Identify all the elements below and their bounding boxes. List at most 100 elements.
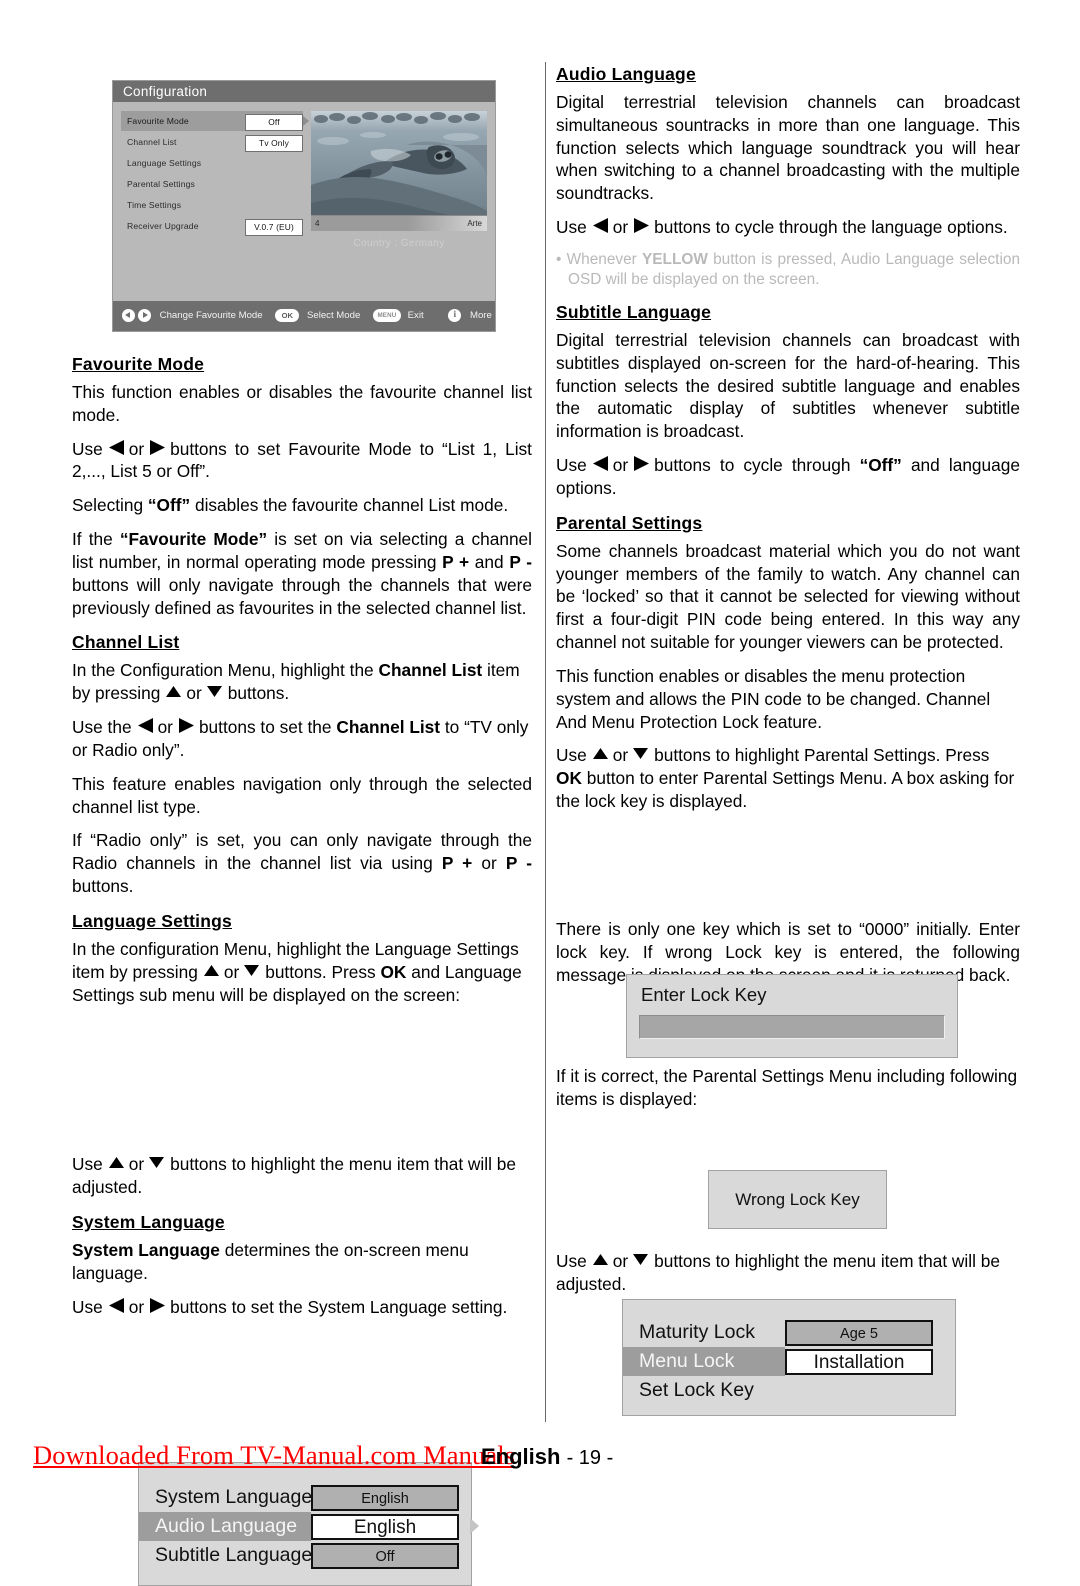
- paragraph-language-settings-2: Use or buttons to highlight the menu item …: [72, 1153, 532, 1199]
- dialog-row-value[interactable]: English: [311, 1484, 459, 1511]
- paragraph-channel-list-1: In the Configuration Menu, highlight the…: [72, 659, 532, 705]
- text-run: Use: [556, 455, 587, 476]
- text-run-bold: System Language: [72, 1240, 220, 1261]
- more-label: More: [469, 310, 492, 321]
- text-run-bold: P +: [441, 853, 473, 874]
- lock-key-input[interactable]: [639, 1015, 945, 1039]
- dialog-row-subtitle-language[interactable]: Subtitle Language Off: [139, 1541, 471, 1570]
- text-run: button to enter Parental Settings Menu. …: [556, 768, 1015, 812]
- text-run-bold: YELLOW: [642, 250, 708, 268]
- text-run-bold: “Off”: [147, 495, 191, 516]
- wrong-lock-key-label: Wrong Lock Key: [735, 1189, 860, 1209]
- osd-row-value[interactable]: V.0.7 (EU): [245, 218, 303, 236]
- text-run: disables the favourite channel List mode…: [194, 495, 509, 516]
- text-run: buttons to set the: [198, 717, 332, 738]
- text-run-bold: OK: [380, 961, 407, 982]
- osd-row-receiver-upgrade[interactable]: Receiver Upgrade V.0.7 (EU): [121, 216, 303, 236]
- dialog-row-menu-lock[interactable]: Menu Lock Installation: [623, 1347, 955, 1376]
- info-icon[interactable]: i: [448, 308, 462, 322]
- paragraph-language-settings-1: In the configuration Menu, highlight the…: [72, 938, 532, 1006]
- paragraph-favourite-mode-3: Selecting “Off” disables the favourite c…: [72, 494, 532, 517]
- dialog-row-value[interactable]: English: [311, 1513, 459, 1540]
- ok-hint: OK Select Mode: [275, 301, 360, 331]
- dialog-row-system-language[interactable]: System Language English: [139, 1483, 471, 1512]
- note-yellow-button: • Whenever YELLOW button is pressed, Aud…: [556, 250, 1020, 290]
- text-run: Use: [556, 217, 587, 238]
- dialog-row-value[interactable]: Off: [311, 1542, 459, 1569]
- heading-subtitle-language: Subtitle Language: [556, 302, 712, 322]
- osd-row-label: Favourite Mode: [127, 116, 189, 126]
- text-run: buttons will only navigate through the c…: [72, 574, 532, 618]
- text-run: or: [128, 438, 145, 459]
- arrow-down-icon: [631, 745, 650, 762]
- arrow-right-icon: [176, 717, 195, 734]
- dialog-row-label: Set Lock Key: [639, 1379, 754, 1401]
- more-hint: i More: [448, 301, 492, 331]
- arrow-left-icon[interactable]: [122, 308, 135, 322]
- arrow-left-icon: [591, 455, 610, 472]
- osd-row-time-settings[interactable]: Time Settings: [121, 195, 303, 215]
- dialog-row-label: Maturity Lock: [639, 1321, 755, 1343]
- paragraph-system-language-1: System Language determines the on-screen…: [72, 1239, 532, 1285]
- text-run: buttons to highlight Parental Settings. …: [654, 745, 990, 766]
- text-run: Use: [72, 1154, 103, 1175]
- dialog-row-maturity-lock[interactable]: Maturity Lock Age 5: [623, 1318, 955, 1347]
- ok-badge[interactable]: OK: [275, 308, 300, 322]
- footer-page-number: - 19 -: [566, 1447, 614, 1469]
- arrow-right-icon: [147, 1297, 166, 1314]
- text-run: or: [612, 455, 629, 476]
- heading-language-settings: Language Settings: [72, 910, 232, 931]
- channel-name: Arte: [467, 219, 482, 228]
- tv-channel-bar: 4 Arte: [311, 215, 487, 231]
- osd-row-favourite-mode[interactable]: Favourite Mode Off: [121, 111, 309, 131]
- arrow-up-icon: [164, 683, 183, 700]
- osd-row-label: Receiver Upgrade: [127, 221, 199, 231]
- exit-label: Exit: [407, 310, 424, 321]
- osd-body: Favourite Mode Off Channel List Tv Only …: [113, 102, 495, 331]
- text-run: Use: [556, 745, 587, 766]
- right-column: Audio Language Digital terrestrial telev…: [556, 62, 1020, 1416]
- paragraph-channel-list-3: This feature enables navigation only thr…: [72, 773, 532, 817]
- arrow-up-icon: [591, 1251, 610, 1268]
- arrow-right-icon[interactable]: [138, 308, 151, 322]
- left-right-hint: Change Favourite Mode: [122, 301, 263, 331]
- text-run-bold: Channel List: [378, 660, 483, 681]
- osd-row-language-settings[interactable]: Language Settings: [121, 153, 303, 173]
- arrow-down-icon: [147, 1154, 166, 1171]
- osd-row-channel-list[interactable]: Channel List Tv Only: [121, 132, 303, 152]
- paragraph-parental-settings-2: This function enables or disables the me…: [556, 665, 991, 732]
- arrow-right-icon: [631, 217, 650, 234]
- osd-row-parental-settings[interactable]: Parental Settings: [121, 174, 303, 194]
- osd-title: Configuration: [113, 81, 495, 102]
- dialog-row-audio-language[interactable]: Audio Language English: [139, 1512, 479, 1541]
- paragraph-audio-language-1: Digital terrestrial television channels …: [556, 92, 1020, 204]
- configuration-osd-screenshot: Configuration Favourite Mode Off Channel…: [112, 80, 496, 332]
- text-run: In the Configuration Menu, highlight the: [72, 660, 374, 681]
- arrow-right-icon: [147, 439, 166, 456]
- text-run-bold: P -: [505, 853, 532, 874]
- dialog-row-label: Subtitle Language: [155, 1544, 313, 1566]
- paragraph-channel-list-2: Use the or buttons to set the Channel List…: [72, 716, 532, 762]
- dialog-row-set-lock-key[interactable]: Set Lock Key: [623, 1376, 955, 1405]
- dialog-row-value[interactable]: Installation: [785, 1348, 933, 1375]
- dialog-row-label: Audio Language: [139, 1512, 311, 1541]
- osd-row-value[interactable]: Tv Only: [245, 134, 303, 152]
- heading-favourite-mode: Favourite Mode: [72, 354, 205, 374]
- dialog-row-value[interactable]: Age 5: [785, 1319, 933, 1346]
- paragraph-parental-settings-3: Use or buttons to highlight Parental Setti…: [556, 744, 1020, 812]
- text-run: or: [186, 683, 202, 704]
- paragraph-channel-list-4: If “Radio only” is set, you can only nav…: [72, 829, 532, 897]
- osd-row-label: Language Settings: [127, 158, 202, 168]
- text-run: Use: [72, 438, 103, 459]
- text-run: If the: [72, 529, 113, 550]
- text-run: or: [223, 961, 240, 982]
- arrow-right-icon: [631, 455, 650, 472]
- chevron-right-icon: [303, 116, 309, 126]
- menu-badge[interactable]: MENU: [372, 308, 401, 322]
- osd-row-label: Parental Settings: [127, 179, 195, 189]
- download-source-note[interactable]: Downloaded From TV-Manual.com Manuals: [33, 1440, 515, 1471]
- text-run: buttons to cycle through: [654, 455, 851, 476]
- column-divider: [545, 62, 546, 1422]
- osd-row-value[interactable]: Off: [245, 113, 303, 131]
- text-run-bold: Channel List: [336, 717, 441, 738]
